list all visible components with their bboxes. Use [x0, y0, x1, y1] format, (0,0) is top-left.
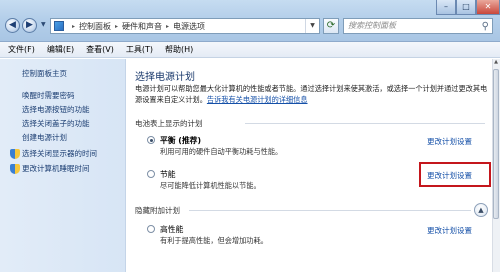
- plan-name[interactable]: 节能: [160, 169, 176, 180]
- power-plan-info-link[interactable]: 告诉我有关电源计划的详细信息: [207, 95, 308, 104]
- sidebar-item-lid-close[interactable]: 选择关闭盖子的功能: [22, 118, 90, 129]
- sidebar-item-require-password[interactable]: 唤醒时需要密码: [22, 90, 75, 101]
- plan-name[interactable]: 平衡 (推荐): [160, 135, 201, 146]
- sidebar-item-sleep-time[interactable]: 更改计算机睡眠时间: [22, 163, 90, 174]
- menu-bar: 文件(F) 编辑(E) 查看(V) 工具(T) 帮助(H): [0, 42, 500, 58]
- section-hidden-plans: 隐藏附加计划: [135, 206, 180, 215]
- description-text: 电源计划可以帮助您最大化计算机的性能或者节能。通过选择计划来使其激活，或选择一个…: [135, 84, 488, 93]
- maximize-icon: □: [462, 2, 470, 11]
- page-title: 选择电源计划: [135, 72, 195, 83]
- recent-pages-dropdown-icon[interactable]: ▼: [41, 21, 46, 28]
- moon-icon: [10, 164, 20, 174]
- section-battery-plans: 电池表上显示的计划: [135, 119, 203, 128]
- collapse-chevron-icon[interactable]: ▲: [474, 203, 488, 217]
- breadcrumb-power-options[interactable]: 电源选项: [173, 21, 205, 32]
- control-panel-icon: [54, 21, 64, 31]
- menu-tools[interactable]: 工具(T): [126, 44, 153, 55]
- plan-description: 利用可用的硬件自动平衡功耗与性能。: [160, 147, 283, 156]
- menu-view[interactable]: 查看(V): [86, 44, 114, 55]
- forward-button[interactable]: ▶: [22, 18, 37, 33]
- change-plan-settings-link[interactable]: 更改计划设置: [427, 225, 472, 236]
- breadcrumb-chevron-icon[interactable]: ▸: [166, 23, 169, 30]
- breadcrumb-chevron-icon[interactable]: ▸: [115, 23, 118, 30]
- maximize-button[interactable]: □: [456, 0, 476, 15]
- monitor-icon: [10, 149, 20, 159]
- search-input[interactable]: 搜索控制面板 ⚲: [343, 18, 493, 34]
- forward-arrow-icon: ▶: [26, 20, 33, 30]
- change-plan-settings-link[interactable]: 更改计划设置: [427, 136, 472, 147]
- plan-balanced-radio[interactable]: [147, 136, 155, 144]
- sidebar-item-display-off-time[interactable]: 选择关闭显示器的时间: [22, 148, 97, 159]
- sidebar-item-power-button[interactable]: 选择电源按钮的功能: [22, 104, 90, 115]
- address-dropdown-icon[interactable]: ▼: [305, 19, 319, 33]
- breadcrumb-chevron-icon[interactable]: ▸: [72, 23, 75, 30]
- highlight-box: [419, 162, 491, 187]
- search-icon[interactable]: ⚲: [482, 20, 489, 34]
- minimize-icon: –: [444, 2, 448, 11]
- refresh-button[interactable]: ⟳: [323, 18, 339, 34]
- close-button[interactable]: ✕: [476, 0, 500, 15]
- back-button[interactable]: ◀: [5, 18, 20, 33]
- menu-edit[interactable]: 编辑(E): [47, 44, 74, 55]
- breadcrumb-hardware-sound[interactable]: 硬件和声音: [122, 21, 162, 32]
- close-icon: ✕: [484, 2, 492, 11]
- plan-name[interactable]: 高性能: [160, 224, 183, 235]
- scroll-up-icon[interactable]: ▲: [492, 59, 500, 68]
- scrollbar[interactable]: ▲: [492, 59, 500, 272]
- minimize-button[interactable]: –: [436, 0, 456, 15]
- scrollbar-thumb[interactable]: [493, 69, 499, 219]
- plan-description: 尽可能降低计算机性能以节能。: [160, 181, 261, 190]
- description-text-2: 源设置来自定义计划。: [135, 94, 207, 104]
- refresh-icon: ⟳: [326, 20, 336, 31]
- plan-power-saver-radio[interactable]: [147, 170, 155, 178]
- title-bar: ◀ ▶ ▼ ▸ 控制面板 ▸ 硬件和声音 ▸ 电源选项 ▼ ⟳ 搜索控制面板 ⚲…: [0, 0, 500, 42]
- page-description: 电源计划可以帮助您最大化计算机的性能或者节能。通过选择计划来使其激活，或选择一个…: [135, 84, 489, 105]
- plan-high-performance-radio[interactable]: [147, 225, 155, 233]
- breadcrumb-control-panel[interactable]: 控制面板: [79, 21, 111, 32]
- address-bar[interactable]: ▸ 控制面板 ▸ 硬件和声音 ▸ 电源选项 ▼: [50, 18, 320, 34]
- section-divider: [245, 123, 485, 124]
- search-placeholder: 搜索控制面板: [348, 21, 396, 30]
- sidebar-item-control-panel-home[interactable]: 控制面板主页: [22, 68, 67, 79]
- plan-description: 有利于提高性能，但会增加功耗。: [160, 236, 268, 245]
- main-content: 选择电源计划 电源计划可以帮助您最大化计算机的性能或者节能。通过选择计划来使其激…: [127, 59, 500, 272]
- section-divider: [189, 210, 471, 211]
- sidebar: 控制面板主页 唤醒时需要密码 选择电源按钮的功能 选择关闭盖子的功能 创建电源计…: [0, 59, 126, 272]
- back-arrow-icon: ◀: [9, 20, 16, 30]
- menu-help[interactable]: 帮助(H): [165, 44, 193, 55]
- sidebar-item-create-plan[interactable]: 创建电源计划: [22, 132, 67, 143]
- menu-file[interactable]: 文件(F): [8, 44, 35, 55]
